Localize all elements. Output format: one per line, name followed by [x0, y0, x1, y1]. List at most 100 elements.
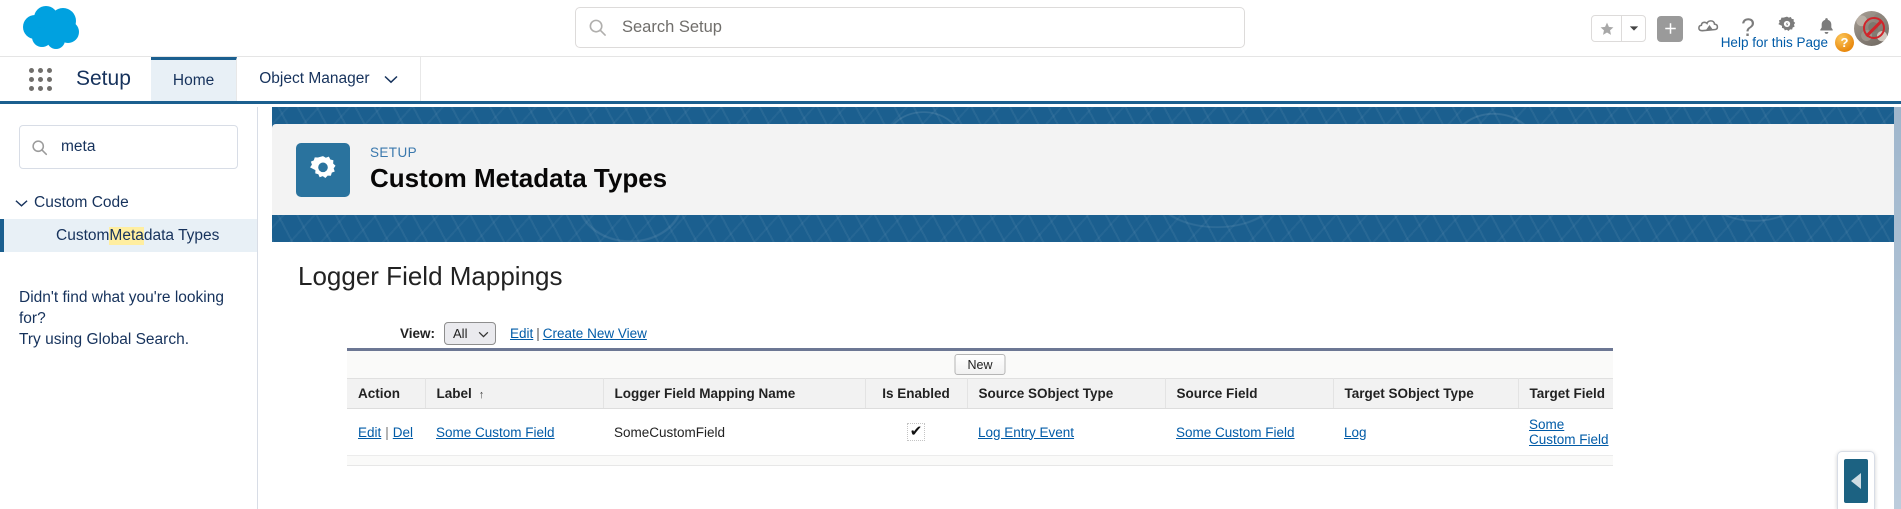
row-target-field-link[interactable]: Some Custom Field: [1529, 417, 1609, 447]
row-target-sobject-link[interactable]: Log: [1344, 425, 1367, 440]
column-label-mapping-name: Logger Field Mapping Name: [614, 386, 796, 401]
column-label-target-field: Target Field: [1529, 386, 1606, 401]
app-launcher-dot: [38, 68, 44, 73]
cell-action: Edit | Del: [347, 408, 425, 456]
row-edit-link[interactable]: Edit: [358, 425, 381, 440]
search-icon: [31, 139, 48, 156]
tab-home[interactable]: Home: [150, 57, 238, 101]
page-title: Custom Metadata Types: [370, 163, 668, 193]
column-header-action[interactable]: Action: [347, 378, 426, 409]
column-label-label: Label: [436, 386, 472, 401]
column-header-is-enabled[interactable]: Is Enabled: [865, 378, 968, 409]
avatar[interactable]: [1854, 11, 1889, 46]
table-body: Edit | Del Some Custom Field SomeCustomFie…: [347, 408, 1613, 456]
sidebar-item-label-suffix: data Types: [143, 226, 220, 244]
app-launcher-dot: [38, 86, 44, 92]
view-label: View:: [400, 326, 436, 341]
tab-object-manager[interactable]: Object Manager: [237, 57, 421, 101]
cell-label: Some Custom Field: [425, 408, 603, 456]
view-select-value: All: [453, 326, 468, 341]
tab-home-label: Home: [172, 71, 215, 89]
cloud-setup-icon: [1697, 16, 1722, 42]
app-launcher-dot: [29, 77, 34, 83]
row-source-sobject-link[interactable]: Log Entry Event: [978, 425, 1074, 440]
column-label-source-sobject: Source SObject Type: [978, 386, 1114, 401]
table-row: Edit | Del Some Custom Field SomeCustomFie…: [347, 408, 1613, 456]
cell-source-sobject: Log Entry Event: [967, 408, 1165, 456]
list-view-controls: View: All Edit | Create New View: [400, 322, 647, 345]
column-header-label[interactable]: Label ↑: [425, 378, 604, 409]
cloud-setup-button[interactable]: [1694, 14, 1724, 44]
table-header: Action Label ↑ Logger Field Mapping Name …: [347, 378, 1613, 409]
cell-target-sobject: Log: [1333, 408, 1518, 456]
page-eyebrow: SETUP: [370, 145, 418, 160]
sidebar-quick-find-input[interactable]: meta: [19, 125, 238, 169]
global-search-placeholder: Search Setup: [622, 18, 722, 36]
help-for-this-page-link[interactable]: Help for this Page ?: [1721, 33, 1854, 52]
edit-view-link[interactable]: Edit: [510, 326, 533, 341]
list-toolbar: New: [347, 351, 1613, 378]
search-icon: [588, 18, 607, 37]
column-header-source-sobject[interactable]: Source SObject Type: [967, 378, 1166, 409]
no-entry-overlay-icon: [1863, 17, 1885, 39]
table-footer: [347, 456, 1613, 466]
sidebar-item-label-prefix: Custom: [56, 226, 110, 244]
global-search-input[interactable]: Search Setup: [575, 7, 1245, 48]
app-launcher-dot: [47, 68, 53, 73]
column-header-target-sobject[interactable]: Target SObject Type: [1333, 378, 1519, 409]
app-launcher-dot: [29, 86, 34, 92]
chevron-down-icon: [12, 199, 30, 208]
favorites-dropdown-icon[interactable]: [1621, 16, 1645, 41]
create-new-view-link[interactable]: Create New View: [543, 326, 647, 341]
new-button[interactable]: New: [954, 354, 1006, 375]
row-label-link[interactable]: Some Custom Field: [436, 425, 555, 440]
row-del-link[interactable]: Del: [393, 425, 413, 440]
view-select[interactable]: All: [444, 322, 497, 345]
sidebar-group-custom-code[interactable]: Custom Code: [0, 187, 257, 219]
logger-field-mappings-table: Action Label ↑ Logger Field Mapping Name …: [347, 378, 1613, 456]
setup-app-name: Setup: [76, 67, 131, 90]
app-launcher-button[interactable]: [24, 63, 58, 97]
column-header-mapping-name[interactable]: Logger Field Mapping Name: [603, 378, 866, 409]
global-header: Search Setup ?: [0, 0, 1901, 57]
gear-icon: [296, 142, 350, 197]
chevron-left-icon: [1851, 472, 1861, 489]
column-label-target-sobject: Target SObject Type: [1344, 386, 1474, 401]
favorites-star-icon[interactable]: [1592, 16, 1621, 41]
column-header-source-field[interactable]: Source Field: [1165, 378, 1334, 409]
setup-sidebar: meta Custom Code Custom Meta data Types D…: [0, 107, 258, 509]
action-separator: |: [385, 424, 389, 440]
favorites-group: [1591, 15, 1646, 42]
tab-object-manager-label: Object Manager: [259, 70, 370, 87]
sidebar-quick-find-value: meta: [61, 138, 96, 155]
app-launcher-dot: [29, 68, 34, 73]
checkmark-icon: ✔: [907, 423, 925, 441]
help-for-this-page-label: Help for this Page: [1720, 35, 1828, 50]
column-header-target-field[interactable]: Target Field: [1518, 378, 1613, 409]
column-label-is-enabled: Is Enabled: [882, 386, 950, 401]
sort-ascending-icon: ↑: [478, 389, 485, 401]
docked-panel-tab: [1844, 458, 1868, 503]
help-circle-icon: ?: [1835, 33, 1854, 52]
salesforce-cloud-logo[interactable]: [18, 4, 92, 52]
app-launcher-dot: [47, 77, 53, 83]
app-launcher-dot: [38, 77, 44, 83]
sidebar-hint-line-2: Try using Global Search.: [19, 330, 190, 348]
add-button[interactable]: [1655, 14, 1685, 44]
row-source-field-link[interactable]: Some Custom Field: [1176, 425, 1295, 440]
sidebar-item-custom-metadata-types[interactable]: Custom Meta data Types: [0, 219, 257, 252]
right-rail: [1894, 107, 1901, 509]
cell-mapping-name: SomeCustomField: [603, 408, 865, 456]
setup-nav-bar: Setup Home Object Manager: [0, 57, 1901, 104]
sidebar-hint-line-1: Didn't find what you're looking for?: [19, 289, 224, 327]
table-header-row: Action Label ↑ Logger Field Mapping Name …: [347, 378, 1613, 409]
view-links: Edit | Create New View: [510, 326, 647, 341]
column-label-source-field: Source Field: [1176, 386, 1258, 401]
new-button-label: New: [967, 357, 993, 372]
add-icon: [1657, 15, 1683, 42]
docked-panel-toggle[interactable]: [1837, 451, 1875, 509]
sidebar-item-label-highlight: Meta: [109, 226, 144, 245]
column-label-action: Action: [358, 386, 400, 401]
sidebar-hint: Didn't find what you're looking for? Try…: [19, 288, 238, 351]
cell-target-field: Some Custom Field: [1518, 408, 1613, 456]
